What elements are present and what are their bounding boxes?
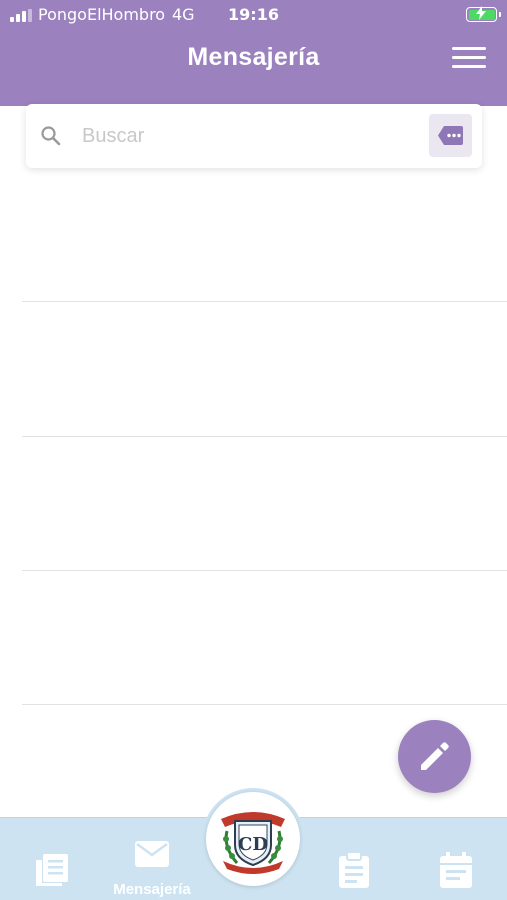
- envelope-icon: [135, 841, 169, 867]
- nav-item-calendar[interactable]: [424, 818, 488, 900]
- nav-item-home[interactable]: CD: [202, 788, 304, 890]
- page-title: Mensajería: [187, 43, 320, 71]
- list-item[interactable]: [22, 303, 507, 437]
- news-icon: [36, 854, 68, 886]
- calendar-icon: [440, 852, 472, 888]
- search-bar: [26, 104, 482, 168]
- compose-button[interactable]: [398, 720, 471, 793]
- list-item[interactable]: [22, 437, 507, 571]
- search-icon: [41, 126, 61, 146]
- school-logo: CD: [206, 792, 300, 886]
- pencil-icon: [421, 742, 449, 770]
- list-item[interactable]: [22, 571, 507, 705]
- clipboard-icon: [339, 851, 369, 888]
- tag-filter-button[interactable]: [429, 114, 472, 157]
- nav-item-mensajeria[interactable]: Mensajería: [104, 818, 200, 900]
- battery-icon: [466, 6, 501, 22]
- list-item[interactable]: [22, 168, 507, 302]
- nav-item-tasks[interactable]: [322, 818, 386, 900]
- status-time: 19:16: [228, 5, 279, 24]
- status-bar: PongoElHombro 4G 19:16: [0, 0, 507, 30]
- nav-label-mensajeria: Mensajería: [113, 881, 191, 898]
- svg-text:CD: CD: [238, 834, 268, 855]
- hamburger-menu-icon[interactable]: [452, 44, 486, 72]
- app-header: PongoElHombro 4G 19:16 Mensajería: [0, 0, 507, 106]
- school-crest-icon: CD: [221, 812, 285, 874]
- charging-bolt-icon: [476, 6, 486, 20]
- nav-item-news[interactable]: [20, 818, 84, 900]
- search-input[interactable]: [82, 118, 422, 154]
- tag-dots-icon: [438, 126, 463, 145]
